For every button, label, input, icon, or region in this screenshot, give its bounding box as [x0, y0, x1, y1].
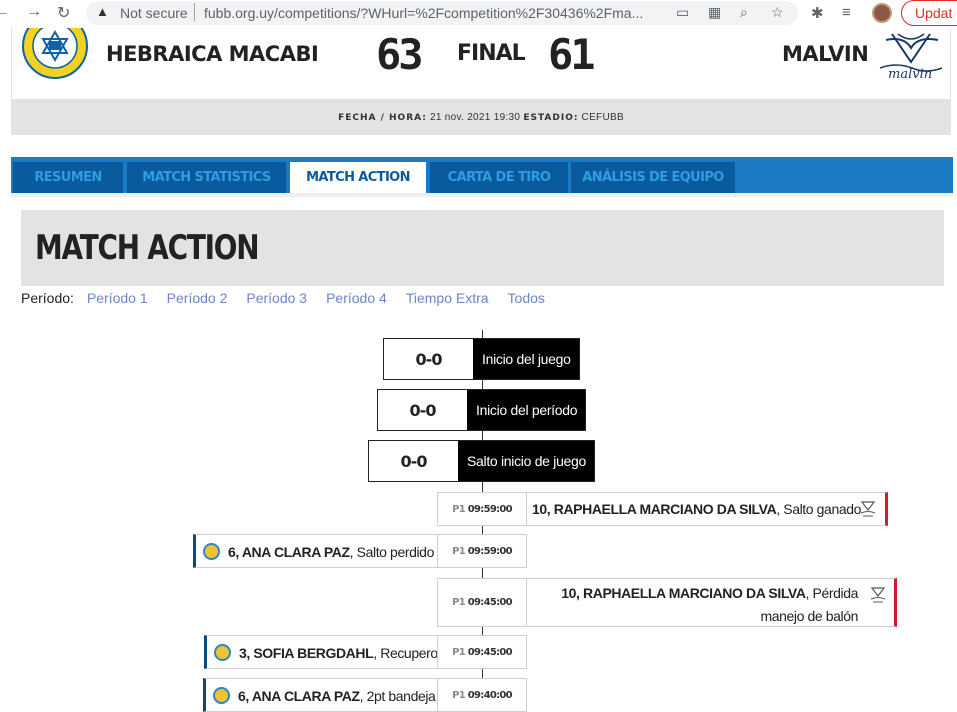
- divider: [194, 3, 195, 21]
- event-clock: 09:59:00: [467, 504, 513, 515]
- malvin-crest-icon: [860, 501, 876, 517]
- center-event-tipoff: 0-0 Salto inicio de juego: [368, 440, 595, 482]
- event-period: P1: [452, 546, 466, 557]
- extensions-puzzle-icon[interactable]: ✱: [811, 4, 824, 22]
- event-clock: 09:40:00: [467, 690, 513, 701]
- hebraica-macabi-logo: [22, 28, 88, 79]
- home-score: 63: [376, 30, 424, 79]
- event-action: Recupero: [380, 645, 438, 661]
- tab-resumen[interactable]: RESUMEN: [13, 162, 123, 193]
- event-score: 0-0: [384, 339, 473, 379]
- basketball-icon: [203, 543, 220, 560]
- event-label: Salto inicio de juego: [458, 441, 594, 481]
- event-time: P1 09:59:00: [437, 534, 527, 568]
- tab-analisis-de-equipo[interactable]: ANÁLISIS DE EQUIPO: [571, 162, 735, 193]
- event-clock: 09:45:00: [467, 597, 513, 608]
- period-label: Período:: [21, 290, 74, 306]
- away-score: 61: [548, 30, 596, 79]
- qr-code-icon[interactable]: ▦: [708, 4, 721, 21]
- event-label: Inicio del período: [467, 390, 585, 430]
- event-time: P1 09:40:00: [437, 678, 527, 712]
- event-clock: 09:45:00: [467, 647, 513, 658]
- home-event-row: 6, ANA CLARA PAZ, Salto perdido: [193, 534, 438, 568]
- event-player[interactable]: 10, RAPHAELLA MARCIANO DA SILVA: [532, 501, 777, 517]
- section-title: MATCH ACTION: [35, 228, 260, 268]
- event-action: Salto perdido: [356, 544, 435, 560]
- browser-toolbar: ← → ↻ ▲ Not secure fubb.org.uy/competiti…: [0, 0, 957, 28]
- event-period: P1: [452, 690, 466, 701]
- back-arrow-icon[interactable]: ←: [0, 3, 10, 21]
- period-filter: Período: Período 1 Período 2 Período 3 Perío…: [21, 290, 564, 306]
- event-player[interactable]: 6, ANA CLARA PAZ: [238, 688, 360, 704]
- url-text[interactable]: fubb.org.uy/competitions/?WHurl=%2Fcompe…: [204, 5, 643, 21]
- event-action-line2: manejo de balón: [760, 608, 858, 624]
- match-status: FINAL: [457, 41, 526, 66]
- event-time: P1 09:45:00: [437, 578, 527, 627]
- period-link-1[interactable]: Período 1: [87, 290, 148, 306]
- malvin-crest-icon: [870, 587, 886, 603]
- away-event-row: 10, RAPHAELLA MARCIANO DA SILVA, Salto g…: [526, 492, 888, 526]
- home-team-name[interactable]: HEBRAICA MACABI: [106, 42, 319, 66]
- malvin-logo: malvin: [879, 33, 943, 82]
- center-event-period-start: 0-0 Inicio del período: [377, 389, 586, 431]
- date-value: 21 nov. 2021 19:30: [429, 112, 521, 123]
- event-player[interactable]: 6, ANA CLARA PAZ: [228, 544, 350, 560]
- tab-match-action[interactable]: MATCH ACTION: [290, 162, 426, 193]
- event-period: P1: [452, 597, 466, 608]
- event-action: 2pt bandeja: [366, 688, 436, 704]
- away-event-row: 10, RAPHAELLA MARCIANO DA SILVA, Pérdida…: [526, 578, 897, 627]
- event-action: Salto ganado: [783, 501, 861, 517]
- event-action-line1: Pérdida: [812, 585, 859, 601]
- security-label[interactable]: Not secure: [120, 5, 188, 21]
- event-score: 0-0: [369, 441, 458, 481]
- event-clock: 09:59:00: [467, 546, 513, 557]
- event-time: P1 09:45:00: [437, 635, 527, 669]
- forward-arrow-icon[interactable]: →: [26, 3, 42, 21]
- period-link-2[interactable]: Período 2: [167, 290, 228, 306]
- tab-match-statistics[interactable]: MATCH STATISTICS: [127, 162, 286, 193]
- center-event-game-start: 0-0 Inicio del juego: [383, 338, 580, 380]
- tab-carta-de-tiro[interactable]: CARTA DE TIRO: [430, 162, 568, 193]
- reload-icon[interactable]: ↻: [57, 3, 70, 23]
- event-score: 0-0: [378, 390, 467, 430]
- venue-value: CEFUBB: [581, 112, 624, 123]
- profile-avatar[interactable]: [872, 3, 892, 23]
- event-period: P1: [452, 647, 466, 658]
- period-link-all[interactable]: Todos: [508, 290, 545, 306]
- event-time: P1 09:59:00: [437, 492, 527, 526]
- basketball-icon: [214, 644, 231, 661]
- install-app-icon[interactable]: ▭: [676, 4, 689, 21]
- event-player[interactable]: 10, RAPHAELLA MARCIANO DA SILVA: [561, 585, 806, 601]
- period-link-overtime[interactable]: Tiempo Extra: [406, 290, 489, 306]
- date-label: FECHA / HORA:: [338, 113, 427, 123]
- zoom-icon[interactable]: ⌕: [740, 4, 748, 21]
- bookmark-star-icon[interactable]: ☆: [771, 4, 784, 21]
- match-info-bar: FECHA / HORA: 21 nov. 2021 19:30 ESTADIO…: [11, 100, 951, 135]
- media-queue-icon[interactable]: ≡: [842, 4, 851, 21]
- basketball-icon: [213, 687, 230, 704]
- event-period: P1: [452, 504, 466, 515]
- warning-icon[interactable]: ▲: [96, 4, 109, 19]
- away-team-name[interactable]: MALVIN: [782, 42, 869, 66]
- venue-label: ESTADIO:: [523, 113, 579, 123]
- period-link-4[interactable]: Período 4: [326, 290, 387, 306]
- event-label: Inicio del juego: [473, 339, 579, 379]
- tab-bar-bottom: [11, 193, 953, 197]
- home-event-row: 6, ANA CLARA PAZ, 2pt bandeja: [203, 678, 438, 712]
- event-player[interactable]: 3, SOFIA BERGDAHL: [239, 645, 374, 661]
- malvin-logo-text: malvin: [888, 67, 932, 82]
- update-button[interactable]: Updat: [901, 0, 957, 26]
- period-link-3[interactable]: Período 3: [246, 290, 307, 306]
- home-event-row: 3, SOFIA BERGDAHL, Recupero: [204, 635, 438, 669]
